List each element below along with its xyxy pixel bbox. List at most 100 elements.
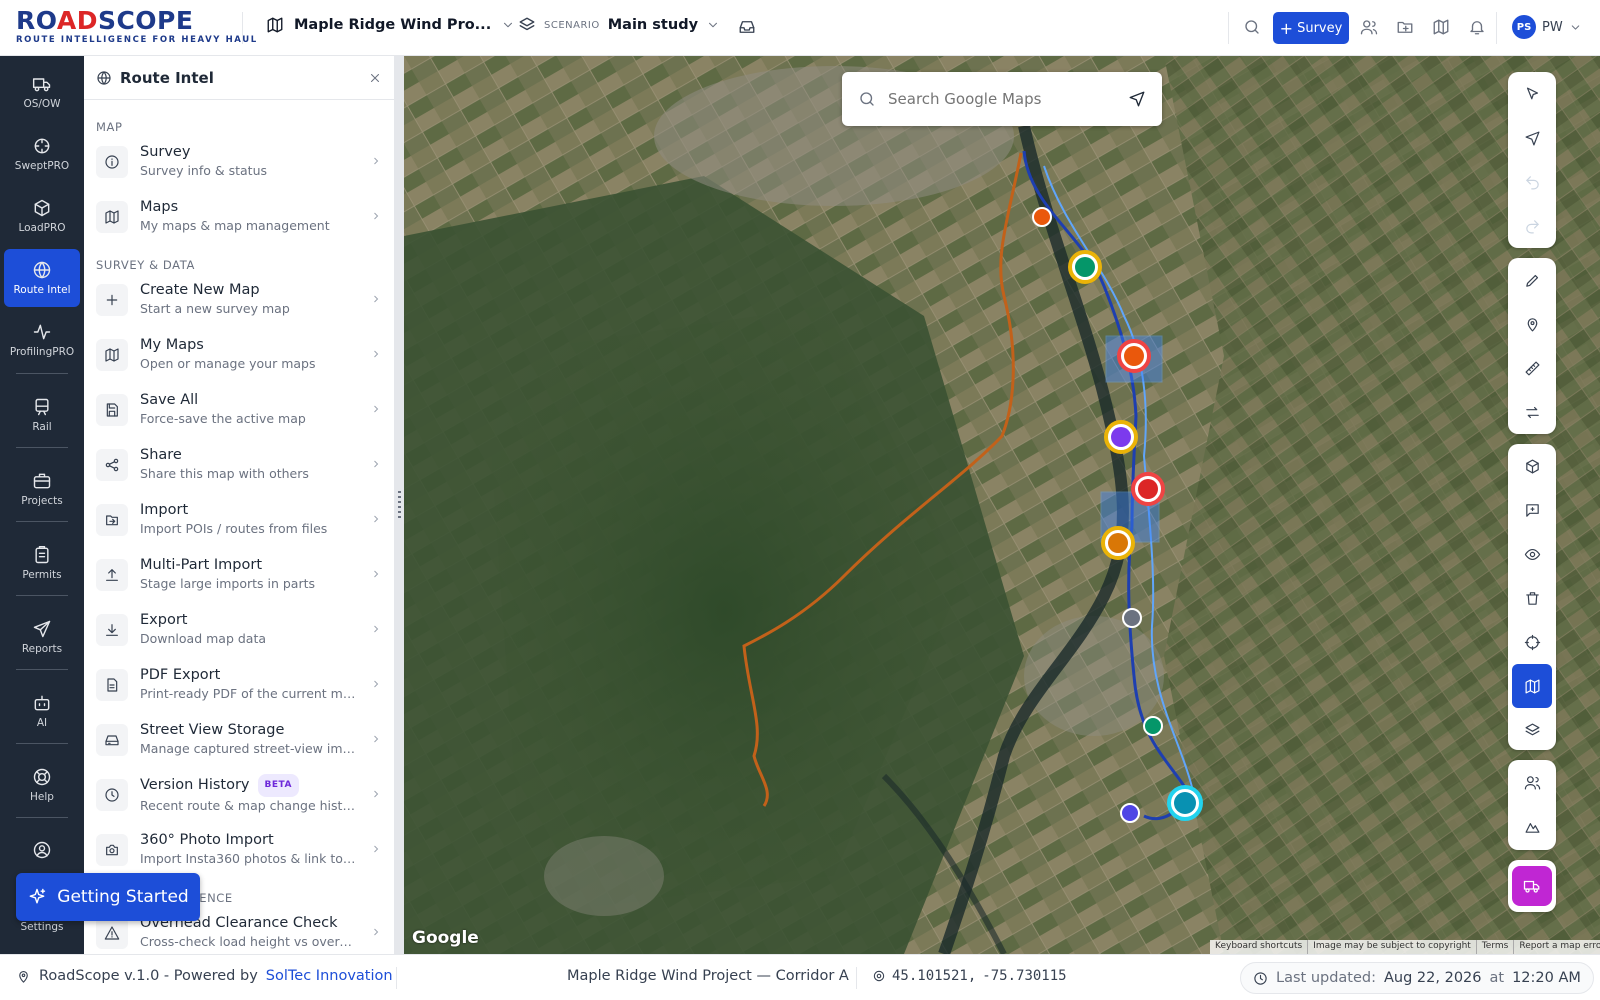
map-marker-green[interactable] [1143, 716, 1163, 736]
bell-icon[interactable] [1468, 18, 1486, 36]
map-marker-red[interactable] [1131, 472, 1165, 506]
menu-item-subtitle: Import Insta360 photos & link to P... [140, 851, 358, 866]
chevron-right-icon [370, 840, 382, 859]
search-icon[interactable] [1243, 18, 1261, 36]
rail-item-loadpro[interactable]: LoadPRO [4, 187, 80, 245]
import-icon [96, 503, 128, 536]
rail-label: Route Intel [13, 284, 71, 296]
select-pointer-icon[interactable] [1508, 72, 1556, 116]
project-selector[interactable]: Maple Ridge Wind Pro... [266, 16, 515, 34]
truck-icon[interactable] [1512, 866, 1552, 906]
scenario-selector[interactable]: SCENARIO Main study [518, 16, 720, 34]
rail-item-help[interactable]: Help [4, 756, 80, 814]
terms-link[interactable]: Terms [1475, 940, 1514, 954]
users-icon[interactable] [1360, 18, 1378, 36]
plus-icon [96, 283, 128, 316]
ruler-icon[interactable] [1508, 346, 1556, 390]
swap-icon[interactable] [1508, 390, 1556, 434]
rail-item-permits[interactable]: Permits [4, 534, 80, 592]
layers-icon[interactable] [1508, 708, 1556, 752]
navigation-arrow-icon[interactable] [1128, 90, 1146, 108]
rail-item-ai[interactable]: AI [4, 682, 80, 740]
last-updated-time: 12:20 AM [1512, 970, 1581, 986]
folder-icon[interactable] [1396, 18, 1414, 36]
menu-item-360-photo-import[interactable]: 360° Photo Import Import Insta360 photos … [84, 822, 394, 877]
navigate-icon[interactable] [1508, 116, 1556, 160]
map-search-box[interactable] [842, 72, 1162, 126]
cube-icon[interactable] [1508, 444, 1556, 488]
share-icon [96, 448, 128, 481]
eye-icon[interactable] [1508, 532, 1556, 576]
info-icon [96, 145, 128, 178]
bot-icon [34, 695, 50, 711]
menu-item-my-maps[interactable]: My Maps Open or manage your maps [84, 327, 394, 382]
rail-item-profilingpro[interactable]: ProfilingPRO [4, 311, 80, 369]
comment-icon[interactable] [1508, 488, 1556, 532]
beta-badge: BETA [257, 774, 299, 797]
users-icon[interactable] [1508, 760, 1556, 804]
logo-text-3: SCOPE [97, 6, 194, 35]
rail-item-sweptpro[interactable]: SweptPRO [4, 125, 80, 183]
roadscope-logo[interactable]: ROADSCOPE ROUTE INTELLIGENCE FOR HEAVY H… [16, 6, 256, 46]
menu-item-share[interactable]: Share Share this map with others [84, 437, 394, 492]
clock-icon [1253, 971, 1268, 986]
keyboard-shortcuts-link[interactable]: Keyboard shortcuts [1210, 940, 1307, 954]
inbox-icon[interactable] [738, 18, 756, 36]
rail-item-rail[interactable]: Rail [4, 386, 80, 444]
user-menu[interactable]: PS PW [1512, 15, 1582, 39]
map-icon[interactable] [1432, 18, 1450, 36]
satellite-map[interactable]: Google Keyboard shortcuts Image may be s… [404, 56, 1600, 954]
getting-started-button[interactable]: Getting Started [16, 873, 200, 921]
pdf-icon [96, 668, 128, 701]
menu-item-export[interactable]: Export Download map data [84, 602, 394, 657]
rail-item-account[interactable] [4, 821, 80, 879]
map-marker-orange-ring[interactable] [1101, 526, 1135, 560]
clock-icon [96, 778, 128, 811]
menu-item-create-new-map[interactable]: Create New Map Start a new survey map [84, 272, 394, 327]
map-marker-blue[interactable] [1120, 803, 1140, 823]
menu-item-street-view-storage[interactable]: Street View Storage Manage captured stree… [84, 712, 394, 767]
map-marker-purple[interactable] [1104, 420, 1138, 454]
undo-icon[interactable] [1508, 160, 1556, 204]
rail-item-osow[interactable]: OS/OW [4, 63, 80, 121]
menu-item-save-all[interactable]: Save All Force-save the active map [84, 382, 394, 437]
map-marker-add[interactable] [1122, 608, 1142, 628]
menu-item-import[interactable]: Import Import POIs / routes from files [84, 492, 394, 547]
trash-icon[interactable] [1508, 576, 1556, 620]
last-updated-at: at [1489, 970, 1505, 986]
rail-item-reports[interactable]: Reports [4, 608, 80, 666]
truck-icon [32, 78, 51, 92]
rail-item-projects[interactable]: Projects [4, 460, 80, 518]
rail-label: Rail [32, 421, 52, 433]
pencil-icon[interactable] [1508, 258, 1556, 302]
camera-icon [96, 833, 128, 866]
map-marker-cyan[interactable] [1167, 785, 1203, 821]
crosshair-icon[interactable] [1508, 620, 1556, 664]
top-bar: ROADSCOPE ROUTE INTELLIGENCE FOR HEAVY H… [0, 0, 1600, 56]
panel-resize-handle[interactable] [395, 56, 404, 954]
report-error-link[interactable]: Report a map error [1513, 940, 1600, 954]
menu-item-multi-part-import[interactable]: Multi-Part Import Stage large imports in … [84, 547, 394, 602]
map-marker-green-bolt[interactable] [1068, 250, 1102, 284]
close-icon[interactable] [368, 71, 382, 85]
pin-icon[interactable] [1508, 302, 1556, 346]
menu-item-maps[interactable]: Maps My maps & map management [84, 189, 394, 244]
menu-item-title: My Maps [140, 337, 204, 353]
rail-label: LoadPRO [18, 222, 66, 234]
menu-item-subtitle: Survey info & status [140, 163, 268, 178]
map-search-input[interactable] [888, 90, 1116, 108]
map-view-icon[interactable] [1512, 664, 1552, 708]
menu-item-title: Export [140, 612, 188, 628]
rail-item-route-intel[interactable]: Route Intel [4, 249, 80, 307]
menu-item-version-history[interactable]: Version History BETA Recent route & map ch… [84, 767, 394, 822]
new-survey-button[interactable]: + Survey [1273, 12, 1349, 44]
map-marker-orange[interactable] [1032, 207, 1052, 227]
last-updated-date: Aug 22, 2026 [1384, 970, 1482, 986]
company-link[interactable]: SolTec Innovation [266, 968, 393, 984]
user-circle-icon [33, 841, 51, 859]
menu-item-pdf-export[interactable]: PDF Export Print-ready PDF of the current… [84, 657, 394, 712]
redo-icon[interactable] [1508, 204, 1556, 248]
map-marker-red-warning[interactable] [1117, 339, 1151, 373]
menu-item-survey[interactable]: Survey Survey info & status [84, 134, 394, 189]
terrain-icon[interactable] [1508, 804, 1556, 848]
